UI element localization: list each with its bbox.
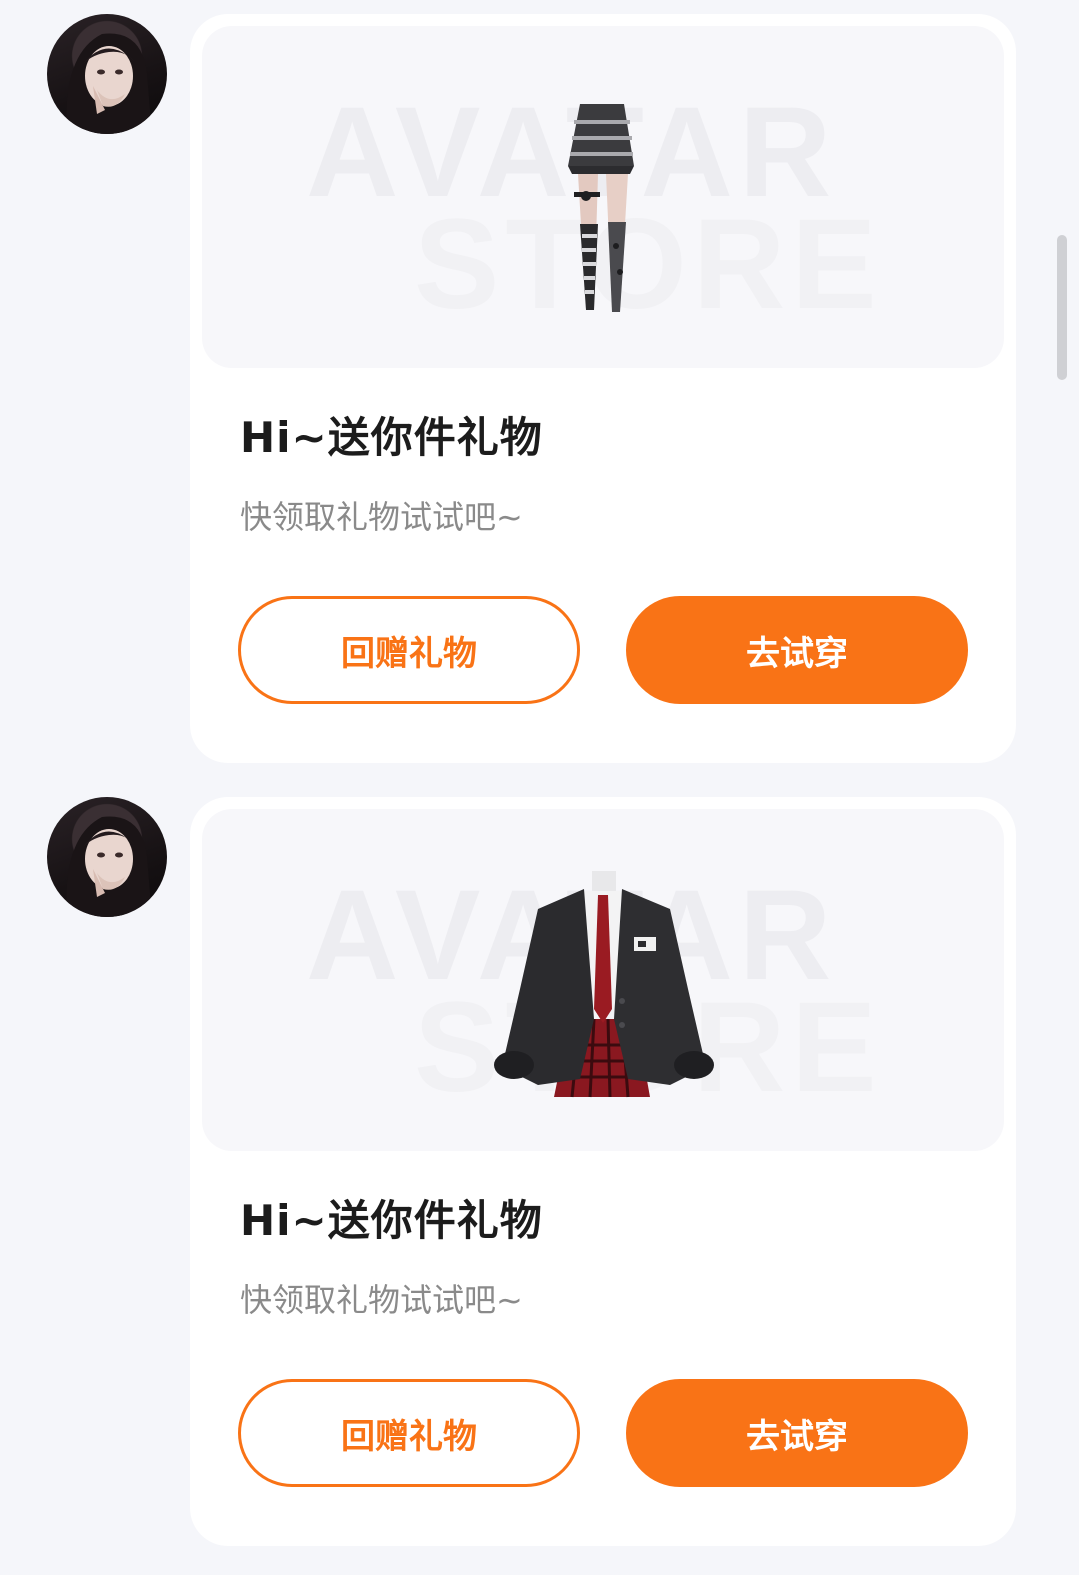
return-gift-button[interactable]: 回赠礼物 xyxy=(238,596,580,704)
gift-subtitle: 快领取礼物试试吧~ xyxy=(240,498,523,536)
scrollbar[interactable] xyxy=(1057,235,1067,380)
gift-subtitle: 快领取礼物试试吧~ xyxy=(240,1281,523,1319)
chat-thread: AVATAR STORE xyxy=(0,0,1079,1575)
skirt-stockings-icon xyxy=(568,104,634,312)
gift-preview[interactable]: AVATAR STORE xyxy=(202,26,1004,368)
avatar-photo-icon xyxy=(66,33,152,134)
avatar-photo-icon xyxy=(66,816,152,917)
return-gift-button[interactable]: 回赠礼物 xyxy=(238,1379,580,1487)
gift-title: Hi~送你件礼物 xyxy=(240,1196,543,1245)
sender-avatar[interactable] xyxy=(47,797,167,917)
gift-card: AVATAR STORE xyxy=(190,14,1016,763)
school-uniform-blazer-icon xyxy=(494,871,714,1098)
gift-preview[interactable]: AVATAR STORE xyxy=(202,809,1004,1151)
try-on-button[interactable]: 去试穿 xyxy=(626,1379,968,1487)
gift-title: Hi~送你件礼物 xyxy=(240,413,543,462)
try-on-button[interactable]: 去试穿 xyxy=(626,596,968,704)
gift-card: AVATAR STORE xyxy=(190,797,1016,1546)
sender-avatar[interactable] xyxy=(47,14,167,134)
